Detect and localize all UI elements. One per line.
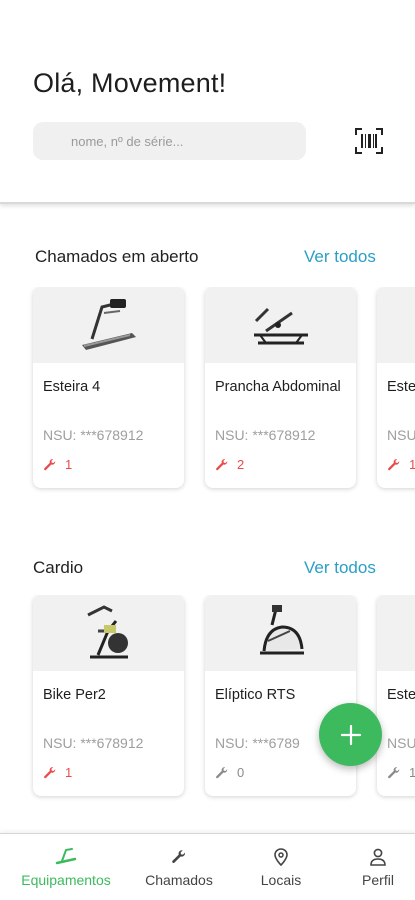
header: Olá, Movement!: [0, 0, 415, 204]
ticket-count: 2: [215, 457, 244, 472]
see-all-cardio-link[interactable]: Ver todos: [304, 558, 376, 578]
wrench-icon: [388, 458, 400, 470]
equipment-name: Este G3: [387, 379, 415, 395]
section-title-cardio: Cardio: [33, 558, 84, 577]
equipment-nsu: NSU: [387, 427, 415, 443]
user-icon: [370, 848, 386, 866]
ticket-count-value: 2: [237, 457, 245, 472]
wrench-icon: [216, 458, 228, 470]
see-all-open-tickets-link[interactable]: Ver todos: [304, 247, 376, 267]
nav-label: Equipamentos: [21, 872, 111, 888]
equipment-card[interactable]: Este NSU 1: [377, 595, 415, 796]
nav-item-chamados[interactable]: Chamados: [136, 834, 222, 900]
equipment-nsu: NSU: [387, 735, 415, 751]
cardio-carousel[interactable]: Bike Per2 NSU: ***678912 1 Elíptico RTS …: [0, 595, 415, 805]
wrench-icon: [172, 850, 185, 863]
equipment-card[interactable]: Esteira 4 NSU: ***678912 1: [33, 287, 184, 488]
wrench-icon: [44, 458, 56, 470]
equipment-nsu: NSU: ***678912: [43, 735, 144, 751]
equipment-card[interactable]: Este G3 NSU 1: [377, 287, 415, 488]
ticket-count: 1: [43, 457, 72, 472]
greeting-title: Olá, Movement!: [33, 68, 227, 98]
plus-icon: [340, 724, 361, 745]
nav-label: Locais: [260, 872, 302, 888]
ticket-count: 1: [43, 765, 72, 780]
equipment-nsu: NSU: ***6789: [215, 735, 300, 751]
treadmill-image: [377, 595, 415, 671]
nav-item-locais[interactable]: Locais: [251, 834, 311, 900]
add-button[interactable]: [319, 703, 382, 766]
ab-bench-image: [205, 287, 356, 363]
nav-item-perfil[interactable]: Perfil: [350, 834, 406, 900]
equipment-name: Bike Per2: [43, 687, 106, 703]
search-bar[interactable]: [33, 122, 306, 160]
equipment-name: Prancha Abdominal: [215, 379, 341, 395]
treadmill-image: [377, 287, 415, 363]
ticket-count: 0: [215, 765, 244, 780]
ticket-count-value: 1: [65, 765, 73, 780]
ticket-count: 1: [387, 457, 415, 472]
wrench-icon: [216, 766, 228, 778]
location-pin-icon: [274, 848, 288, 866]
search-input[interactable]: [71, 133, 291, 149]
open-tickets-carousel[interactable]: Esteira 4 NSU: ***678912 1 Prancha Abdom…: [0, 287, 415, 497]
nav-label: Chamados: [145, 872, 213, 888]
wrench-icon: [44, 766, 56, 778]
elliptical-image: [205, 595, 356, 671]
equipment-card[interactable]: Elíptico RTS NSU: ***6789 0: [205, 595, 356, 796]
barcode-scanner-icon[interactable]: [355, 128, 383, 154]
ticket-count-value: 0: [237, 765, 245, 780]
equipment-card[interactable]: Prancha Abdominal NSU: ***678912 2: [205, 287, 356, 488]
ticket-count-value: 1: [409, 457, 415, 472]
equipment-nsu: NSU: ***678912: [43, 427, 144, 443]
exercise-bike-image: [33, 595, 184, 671]
nav-label: Perfil: [362, 872, 394, 888]
equipment-name: Este: [387, 687, 415, 703]
wrench-icon: [388, 766, 400, 778]
equipment-name: Elíptico RTS: [215, 687, 296, 703]
ticket-count-value: 1: [409, 765, 415, 780]
equipment-name: Esteira 4: [43, 379, 101, 395]
treadmill-image: [33, 287, 184, 363]
equipment-card[interactable]: Bike Per2 NSU: ***678912 1: [33, 595, 184, 796]
nav-item-equipamentos[interactable]: Equipamentos: [18, 834, 114, 900]
equipment-nsu: NSU: ***678912: [215, 427, 316, 443]
section-title-open-tickets: Chamados em aberto: [35, 247, 199, 266]
bottom-navigation: Equipamentos Chamados Locais Perfil: [0, 833, 415, 900]
ticket-count: 1: [387, 765, 415, 780]
ticket-count-value: 1: [65, 457, 73, 472]
equipment-icon: [55, 848, 77, 865]
